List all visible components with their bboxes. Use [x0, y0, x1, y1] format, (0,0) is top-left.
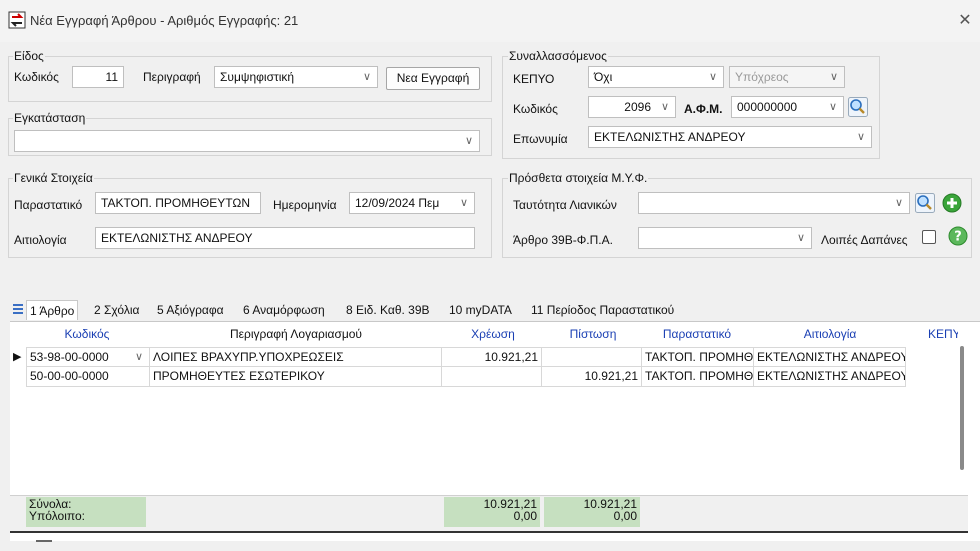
totals-debit: 10.921,21 0,00 [444, 497, 540, 527]
parastatiko-input[interactable]: ΤΑΚΤΟΠ. ΠΡΟΜΗΘΕΥΤΩΝ [95, 192, 261, 214]
genika-legend: Γενικά Στοιχεία [13, 171, 94, 185]
eidos-code-label: Κωδικός [14, 70, 59, 84]
entries-grid: Κωδικός Περιγραφή Λογαριασμού Χρέωση Πίσ… [10, 321, 980, 542]
table-row-2-code[interactable]: 50-00-00-0000 [26, 367, 150, 387]
synallassomenos-legend: Συναλλασσόμενος [508, 49, 608, 63]
table-row-1-credit[interactable] [542, 347, 642, 367]
window-title: Νέα Εγγραφή Άρθρου - Αριθμός Εγγραφής: 2… [30, 13, 299, 28]
totals-labels: Σύνολα: Υπόλοιπο: [26, 497, 146, 527]
eponymia-label: Επωνυμία [513, 132, 568, 146]
table-row-2-credit[interactable]: 10.921,21 [542, 367, 642, 387]
tab-mydata[interactable]: 10 myDATA [446, 300, 515, 320]
aitiologia-label: Αιτιολογία [14, 233, 67, 247]
tab-anamorfosi[interactable]: 6 Αναμόρφωση [240, 300, 328, 320]
tautotita-select[interactable] [638, 192, 910, 214]
col-header-kepy[interactable]: ΚΕΠΥ [928, 324, 958, 344]
tautotita-label: Ταυτότητα Λιανικών [513, 198, 617, 212]
loipes-label: Λοιπές Δαπάνες [821, 233, 908, 247]
synal-code-label: Κωδικός [513, 102, 558, 116]
balance-label: Υπόλοιπο: [29, 509, 86, 523]
loipes-checkbox[interactable] [922, 230, 936, 244]
egkatastasi-legend: Εγκατάσταση [13, 111, 87, 125]
table-row-1-debit[interactable]: 10.921,21 [442, 347, 542, 367]
table-row-2-debit[interactable] [442, 367, 542, 387]
table-row-1-parastatiko[interactable]: ΤΑΚΤΟΠ. ΠΡΟΜΗΘΕ [642, 347, 754, 367]
tab-sxolia[interactable]: 2 Σχόλια [91, 300, 142, 320]
col-header-aitiologia[interactable]: Αιτιολογία [752, 324, 908, 344]
add-icon[interactable] [942, 193, 962, 213]
afm-label: Α.Φ.Μ. [684, 102, 723, 116]
parastatiko-label: Παραστατικό [14, 198, 83, 212]
help-icon[interactable]: ? [948, 226, 968, 246]
col-header-parastatiko[interactable]: Παραστατικό [642, 324, 752, 344]
vertical-scrollbar[interactable] [960, 346, 964, 470]
table-row-2-desc[interactable]: ΠΡΟΜΗΘΕΥΤΕΣ ΕΣΩΤΕΡΙΚΟΥ [150, 367, 442, 387]
search-icon[interactable] [915, 193, 935, 213]
tab-eid-kath[interactable]: 8 Ειδ. Καθ. 39Β [343, 300, 433, 320]
prostheta-legend: Πρόσθετα στοιχεία Μ.Υ.Φ. [508, 171, 649, 185]
svg-text:?: ? [954, 230, 962, 245]
balance-credit-value: 0,00 [613, 509, 637, 523]
search-icon[interactable] [848, 97, 868, 117]
date-picker[interactable]: 12/09/2024 Πεμ [349, 192, 475, 214]
table-row-1-aitiologia[interactable]: ΕΚΤΕΛΩΝΙΣΤΗΣ ΑΝΔΡΕΟΥ [754, 347, 906, 367]
table-row-2-aitiologia[interactable]: ΕΚΤΕΛΩΝΙΣΤΗΣ ΑΝΔΡΕΟΥ [754, 367, 906, 387]
col-header-debit[interactable]: Χρέωση [442, 324, 544, 344]
afm-select[interactable]: 000000000 [731, 96, 844, 118]
table-row-1-code[interactable]: 53-98-00-0000 [26, 347, 150, 367]
tab-arthro[interactable]: 1 Άρθρο [26, 300, 79, 320]
eidos-desc-label: Περιγραφή [143, 70, 201, 84]
col-header-code[interactable]: Κωδικός [26, 324, 148, 344]
grid-bottom-border [10, 531, 968, 533]
col-header-credit[interactable]: Πίστωση [544, 324, 642, 344]
tab-axiografa[interactable]: 5 Αξιόγραφα [154, 300, 227, 320]
table-row-2-parastatiko[interactable]: ΤΑΚΤΟΠ. ΠΡΟΜΗΘΕ [642, 367, 754, 387]
close-icon[interactable]: ✕ [954, 10, 976, 32]
balance-debit-value: 0,00 [513, 509, 537, 523]
eponymia-select[interactable]: ΕΚΤΕΛΩΝΙΣΤΗΣ ΑΝΔΡΕΟΥ [588, 126, 872, 148]
ypoxreos-select: Υπόχρεος [729, 66, 845, 88]
tab-periodos[interactable]: 11 Περίοδος Παραστατικού [528, 300, 677, 320]
aitiologia-input[interactable]: ΕΚΤΕΛΩΝΙΣΤΗΣ ΑΝΔΡΕΟΥ [95, 227, 475, 249]
arthro-label: Άρθρο 39Β-Φ.Π.Α. [513, 233, 613, 247]
table-row-1-desc[interactable]: ΛΟΙΠΕΣ ΒΡΑΧΥΠΡ.ΥΠΟΧΡΕΩΣΕΙΣ [150, 347, 442, 367]
arthro-select[interactable] [638, 227, 812, 249]
col-header-desc[interactable]: Περιγραφή Λογαριασμού [150, 324, 442, 344]
resize-handle[interactable] [36, 540, 52, 542]
egkatastasi-select[interactable] [14, 130, 480, 152]
eidos-desc-select[interactable]: Συμψηφιστική [214, 66, 378, 88]
row-indicator-icon: ▶ [13, 351, 22, 363]
new-entry-button[interactable]: Νεα Εγγραφή [386, 67, 480, 90]
eidos-code-input[interactable]: 11 [72, 66, 124, 88]
app-icon [8, 11, 26, 29]
kepyo-label: ΚΕΠΥΟ [513, 72, 555, 86]
synal-code-select[interactable]: 2096 [588, 96, 676, 118]
eidos-legend: Είδος [13, 49, 45, 63]
title-bar: Νέα Εγγραφή Άρθρου - Αριθμός Εγγραφής: 2… [0, 0, 980, 42]
date-label: Ημερομηνία [273, 198, 337, 212]
totals-credit: 10.921,21 0,00 [544, 497, 640, 527]
grid-icon [13, 304, 23, 314]
kepyo-select[interactable]: Όχι [588, 66, 724, 88]
